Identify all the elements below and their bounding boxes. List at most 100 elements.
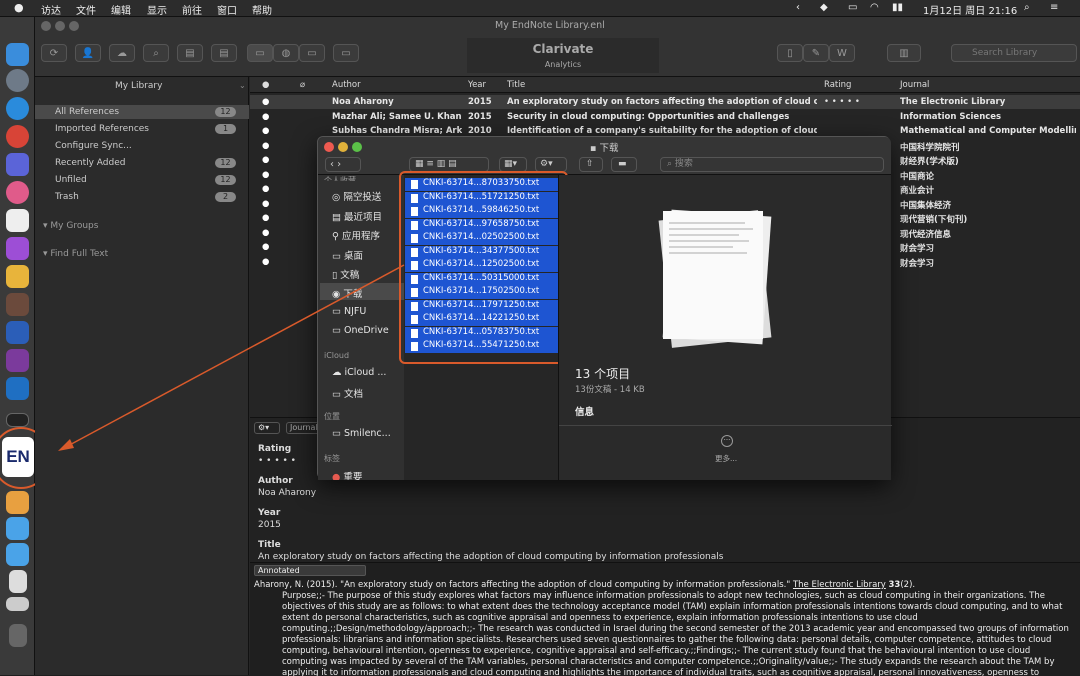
terminal-icon[interactable] <box>6 413 29 427</box>
sidebar-item-all-references[interactable]: All References <box>55 107 119 117</box>
battery-icon[interactable]: ▮▮ <box>892 2 903 13</box>
display-icon[interactable]: ▭ <box>848 2 857 13</box>
online-button[interactable]: ☁ <box>109 44 135 62</box>
sidebar-item-icloud-drive[interactable]: ☁ iCloud ... <box>332 367 386 378</box>
title-header[interactable]: Title <box>507 80 525 90</box>
style-select[interactable]: Annotated <box>254 565 366 576</box>
apple-icon[interactable]: ● <box>14 1 24 14</box>
document-icon[interactable] <box>9 570 27 593</box>
folder-icon[interactable] <box>6 517 29 540</box>
menu-view[interactable]: 显示 <box>147 2 167 17</box>
finder-icon[interactable] <box>6 43 29 66</box>
sidebar-item-documents[interactable]: ▯ 文稿 <box>332 267 359 281</box>
tag-icon[interactable]: ▬ <box>611 157 637 172</box>
menu-edit[interactable]: 编辑 <box>111 2 131 17</box>
reminders-icon[interactable] <box>6 237 29 260</box>
downloads-folder-icon[interactable] <box>6 543 29 566</box>
trash-icon[interactable] <box>9 624 27 647</box>
notes-icon[interactable] <box>6 265 29 288</box>
sidebar-item-desktop[interactable]: ▭ 桌面 <box>332 248 363 262</box>
sidebar-item-disk[interactable]: ▭ Smilenc... <box>332 428 391 439</box>
edit-button[interactable]: ✎ <box>803 44 829 62</box>
sidebar-item-trash[interactable]: Trash <box>55 192 79 202</box>
table-row[interactable]: ● Noa Aharony 2015 An exploratory study on … <box>250 95 1080 109</box>
layout-button[interactable]: ▥ <box>887 44 921 62</box>
group-button[interactable]: ▭ <box>333 44 359 62</box>
sidebar-item-tag-important[interactable]: ● 重要 <box>332 469 362 480</box>
menu-go[interactable]: 前往 <box>182 2 202 17</box>
close-icon[interactable] <box>41 21 51 31</box>
chevron-left-icon[interactable]: ‹ <box>796 2 800 13</box>
keyboard-icon[interactable] <box>6 597 29 611</box>
chevron-down-icon[interactable]: ⌄ <box>239 81 246 90</box>
author-header[interactable]: Author <box>332 80 361 90</box>
outlook-icon[interactable] <box>6 377 29 400</box>
format-button[interactable]: ▯ <box>777 44 803 62</box>
attachment-header-icon[interactable]: ⌀ <box>300 80 305 90</box>
onenote-icon[interactable] <box>6 349 29 372</box>
app-icon[interactable] <box>6 293 29 316</box>
view-mode-buttons[interactable]: ▦ ≡ ▥ ▤ <box>409 157 489 172</box>
gear-icon[interactable]: ⚙▾ <box>254 422 280 434</box>
sidebar-item-downloads[interactable]: ◉ 下载 <box>332 286 362 300</box>
zoom-icon[interactable] <box>69 21 79 31</box>
close-icon[interactable] <box>324 142 334 152</box>
table-row[interactable]: ● Mazhar Ali; Samee U. Khan;... 2015 Securi… <box>250 110 1080 124</box>
minimize-icon[interactable] <box>55 21 65 31</box>
action-gear-icon[interactable]: ⚙▾ <box>535 157 567 172</box>
list-icon[interactable]: ≡ <box>1050 2 1058 13</box>
menu-file[interactable]: 文件 <box>76 2 96 17</box>
author-value[interactable]: Noa Aharony <box>258 488 316 498</box>
sidebar-header[interactable]: My Library <box>115 81 162 91</box>
local-library-button[interactable]: ▭ <box>247 44 273 62</box>
more-label[interactable]: 更多... <box>715 453 737 464</box>
menu-finder[interactable]: 访达 <box>41 2 61 17</box>
add-user-button[interactable]: 👤 <box>75 44 101 62</box>
sidebar-item-unfiled[interactable]: Unfiled <box>55 175 87 185</box>
music-icon[interactable] <box>6 181 29 204</box>
menubar-clock[interactable]: 1月12日 周日 21:16 <box>923 2 1017 17</box>
sidebar-item-icloud-docs[interactable]: ▭ 文档 <box>332 386 363 400</box>
online-search-button[interactable]: ◍ <box>273 44 299 62</box>
menu-help[interactable]: 帮助 <box>252 2 272 17</box>
search-input[interactable]: Search Library <box>951 44 1077 62</box>
new-reference-button[interactable]: ▤ <box>211 44 237 62</box>
menu-window[interactable]: 窗口 <box>217 2 237 17</box>
sidebar-item-recents[interactable]: ▤ 最近项目 <box>332 209 382 223</box>
sidebar-item-airdrop[interactable]: ◎ 隔空投送 <box>332 189 381 203</box>
sidebar-item-sync[interactable]: Configure Sync... <box>55 141 132 151</box>
chrome-icon[interactable] <box>6 125 29 148</box>
insert-citation-button[interactable]: ▤ <box>177 44 203 62</box>
year-value[interactable]: 2015 <box>258 520 281 530</box>
journal-header[interactable]: Journal <box>900 80 929 90</box>
sync-button[interactable]: ⟳ <box>41 44 67 62</box>
title-value[interactable]: An exploratory study on factors affectin… <box>258 552 723 562</box>
minimize-icon[interactable] <box>338 142 348 152</box>
integrated-button[interactable]: ▭ <box>299 44 325 62</box>
back-forward-buttons[interactable]: ‹ › <box>325 157 361 172</box>
calendar-icon[interactable] <box>6 153 29 176</box>
qq-icon[interactable] <box>6 209 29 232</box>
word-icon[interactable] <box>6 321 29 344</box>
year-header[interactable]: Year <box>468 80 486 90</box>
sidebar-fulltext[interactable]: ▾ Find Full Text <box>43 249 108 259</box>
rating-header[interactable]: Rating <box>824 80 851 90</box>
read-status-header-icon[interactable]: ● <box>262 80 269 90</box>
share-icon[interactable]: ⇧ <box>579 157 603 172</box>
sidebar-item-njfu[interactable]: ▭ NJFU <box>332 306 366 317</box>
group-by-button[interactable]: ▦▾ <box>499 157 527 172</box>
zoom-icon[interactable] <box>352 142 362 152</box>
status-app-icon[interactable]: ◆ <box>820 2 828 13</box>
abstract-text[interactable]: Purpose;;- The purpose of this study exp… <box>282 591 1076 676</box>
rating-value[interactable]: • • • • • <box>258 456 296 466</box>
find-fulltext-button[interactable]: ⌕ <box>143 44 169 62</box>
safari-icon[interactable] <box>6 97 29 120</box>
preview-icon[interactable] <box>6 491 29 514</box>
sidebar-item-recent[interactable]: Recently Added <box>55 158 125 168</box>
sidebar-item-imported[interactable]: Imported References <box>55 124 149 134</box>
finder-search-input[interactable]: ⌕ 搜索 <box>660 157 884 172</box>
sidebar-item-applications[interactable]: ⚲ 应用程序 <box>332 228 380 242</box>
launchpad-icon[interactable] <box>6 69 29 92</box>
sidebar-item-onedrive[interactable]: ▭ OneDrive <box>332 325 389 336</box>
sidebar-groups[interactable]: ▾ My Groups <box>43 221 98 231</box>
